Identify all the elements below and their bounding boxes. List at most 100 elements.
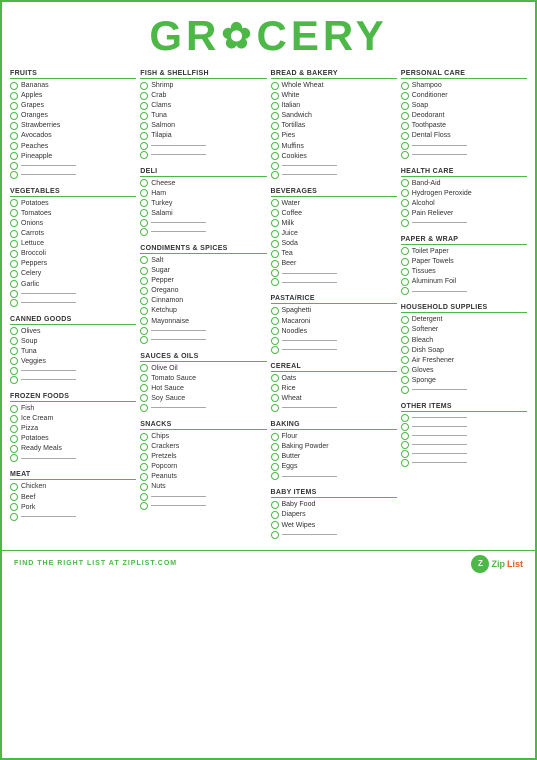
checkbox-circle[interactable] (10, 199, 18, 207)
list-item[interactable]: Tortillas (271, 121, 397, 130)
checkbox-circle[interactable] (401, 132, 409, 140)
checkbox-circle[interactable] (401, 366, 409, 374)
checkbox-circle[interactable] (140, 102, 148, 110)
checkbox-circle[interactable] (401, 356, 409, 364)
list-item[interactable]: Baby Food (271, 500, 397, 509)
list-item[interactable]: Pepper (140, 276, 266, 285)
list-item[interactable]: Potatoes (10, 199, 136, 208)
list-item[interactable]: Milk (271, 219, 397, 228)
checkbox-circle[interactable] (10, 337, 18, 345)
list-item[interactable]: Softener (401, 325, 527, 334)
checkbox-circle[interactable] (10, 270, 18, 278)
blank-circle[interactable] (401, 450, 409, 458)
checkbox-circle[interactable] (140, 179, 148, 187)
list-item[interactable]: Apples (10, 91, 136, 100)
blank-circle[interactable] (401, 142, 409, 150)
list-item[interactable]: Fish (10, 404, 136, 413)
blank-circle[interactable] (140, 493, 148, 501)
checkbox-circle[interactable] (10, 102, 18, 110)
checkbox-circle[interactable] (271, 209, 279, 217)
checkbox-circle[interactable] (271, 112, 279, 120)
list-item[interactable]: Crackers (140, 442, 266, 451)
checkbox-circle[interactable] (10, 483, 18, 491)
checkbox-circle[interactable] (140, 297, 148, 305)
list-item[interactable]: Oregano (140, 286, 266, 295)
checkbox-circle[interactable] (140, 384, 148, 392)
checkbox-circle[interactable] (401, 247, 409, 255)
list-item[interactable]: Chicken (10, 482, 136, 491)
checkbox-circle[interactable] (10, 260, 18, 268)
checkbox-circle[interactable] (271, 122, 279, 130)
blank-circle[interactable] (401, 459, 409, 467)
list-item[interactable]: Tuna (10, 347, 136, 356)
checkbox-circle[interactable] (271, 102, 279, 110)
blank-circle[interactable] (271, 472, 279, 480)
blank-circle[interactable] (401, 287, 409, 295)
list-item[interactable]: Mayonnaise (140, 317, 266, 326)
list-item[interactable]: Popcorn (140, 462, 266, 471)
checkbox-circle[interactable] (140, 277, 148, 285)
list-item[interactable]: Wheat (271, 394, 397, 403)
checkbox-circle[interactable] (401, 258, 409, 266)
list-item[interactable]: Eggs (271, 462, 397, 471)
blank-circle[interactable] (10, 162, 18, 170)
blank-circle[interactable] (10, 454, 18, 462)
list-item[interactable]: Crab (140, 91, 266, 100)
checkbox-circle[interactable] (140, 443, 148, 451)
checkbox-circle[interactable] (140, 463, 148, 471)
list-item[interactable]: Celery (10, 269, 136, 278)
checkbox-circle[interactable] (271, 501, 279, 509)
list-item[interactable]: Garlic (10, 280, 136, 289)
list-item[interactable]: Ice Cream (10, 414, 136, 423)
checkbox-circle[interactable] (10, 327, 18, 335)
list-item[interactable]: Conditioner (401, 91, 527, 100)
checkbox-circle[interactable] (10, 132, 18, 140)
checkbox-circle[interactable] (401, 336, 409, 344)
checkbox-circle[interactable] (10, 219, 18, 227)
checkbox-circle[interactable] (140, 209, 148, 217)
list-item[interactable]: Juice (271, 229, 397, 238)
blank-circle[interactable] (271, 404, 279, 412)
checkbox-circle[interactable] (10, 425, 18, 433)
list-item[interactable]: Tilapia (140, 131, 266, 140)
checkbox-circle[interactable] (271, 152, 279, 160)
checkbox-circle[interactable] (10, 82, 18, 90)
list-item[interactable]: Band-Aid (401, 179, 527, 188)
checkbox-circle[interactable] (10, 415, 18, 423)
blank-circle[interactable] (140, 228, 148, 236)
list-item[interactable]: Oats (271, 374, 397, 383)
checkbox-circle[interactable] (271, 92, 279, 100)
list-item[interactable]: Onions (10, 219, 136, 228)
list-item[interactable]: Cheese (140, 179, 266, 188)
list-item[interactable]: Sponge (401, 376, 527, 385)
blank-circle[interactable] (271, 337, 279, 345)
list-item[interactable]: Grapes (10, 101, 136, 110)
checkbox-circle[interactable] (401, 179, 409, 187)
checkbox-circle[interactable] (271, 327, 279, 335)
checkbox-circle[interactable] (401, 316, 409, 324)
list-item[interactable]: Ketchup (140, 306, 266, 315)
list-item[interactable]: Soy Sauce (140, 394, 266, 403)
list-item[interactable]: Salami (140, 209, 266, 218)
checkbox-circle[interactable] (271, 199, 279, 207)
checkbox-circle[interactable] (140, 132, 148, 140)
list-item[interactable]: Potatoes (10, 434, 136, 443)
checkbox-circle[interactable] (271, 374, 279, 382)
list-item[interactable]: Ham (140, 189, 266, 198)
checkbox-circle[interactable] (271, 142, 279, 150)
blank-circle[interactable] (401, 423, 409, 431)
checkbox-circle[interactable] (140, 317, 148, 325)
checkbox-circle[interactable] (10, 112, 18, 120)
blank-circle[interactable] (401, 219, 409, 227)
list-item[interactable]: Macaroni (271, 317, 397, 326)
list-item[interactable]: Noodles (271, 327, 397, 336)
list-item[interactable]: Shampoo (401, 81, 527, 90)
list-item[interactable]: Peppers (10, 259, 136, 268)
checkbox-circle[interactable] (271, 453, 279, 461)
checkbox-circle[interactable] (10, 122, 18, 130)
list-item[interactable]: Tea (271, 249, 397, 258)
list-item[interactable]: Tomatoes (10, 209, 136, 218)
checkbox-circle[interactable] (10, 142, 18, 150)
list-item[interactable]: Avocados (10, 131, 136, 140)
checkbox-circle[interactable] (271, 317, 279, 325)
